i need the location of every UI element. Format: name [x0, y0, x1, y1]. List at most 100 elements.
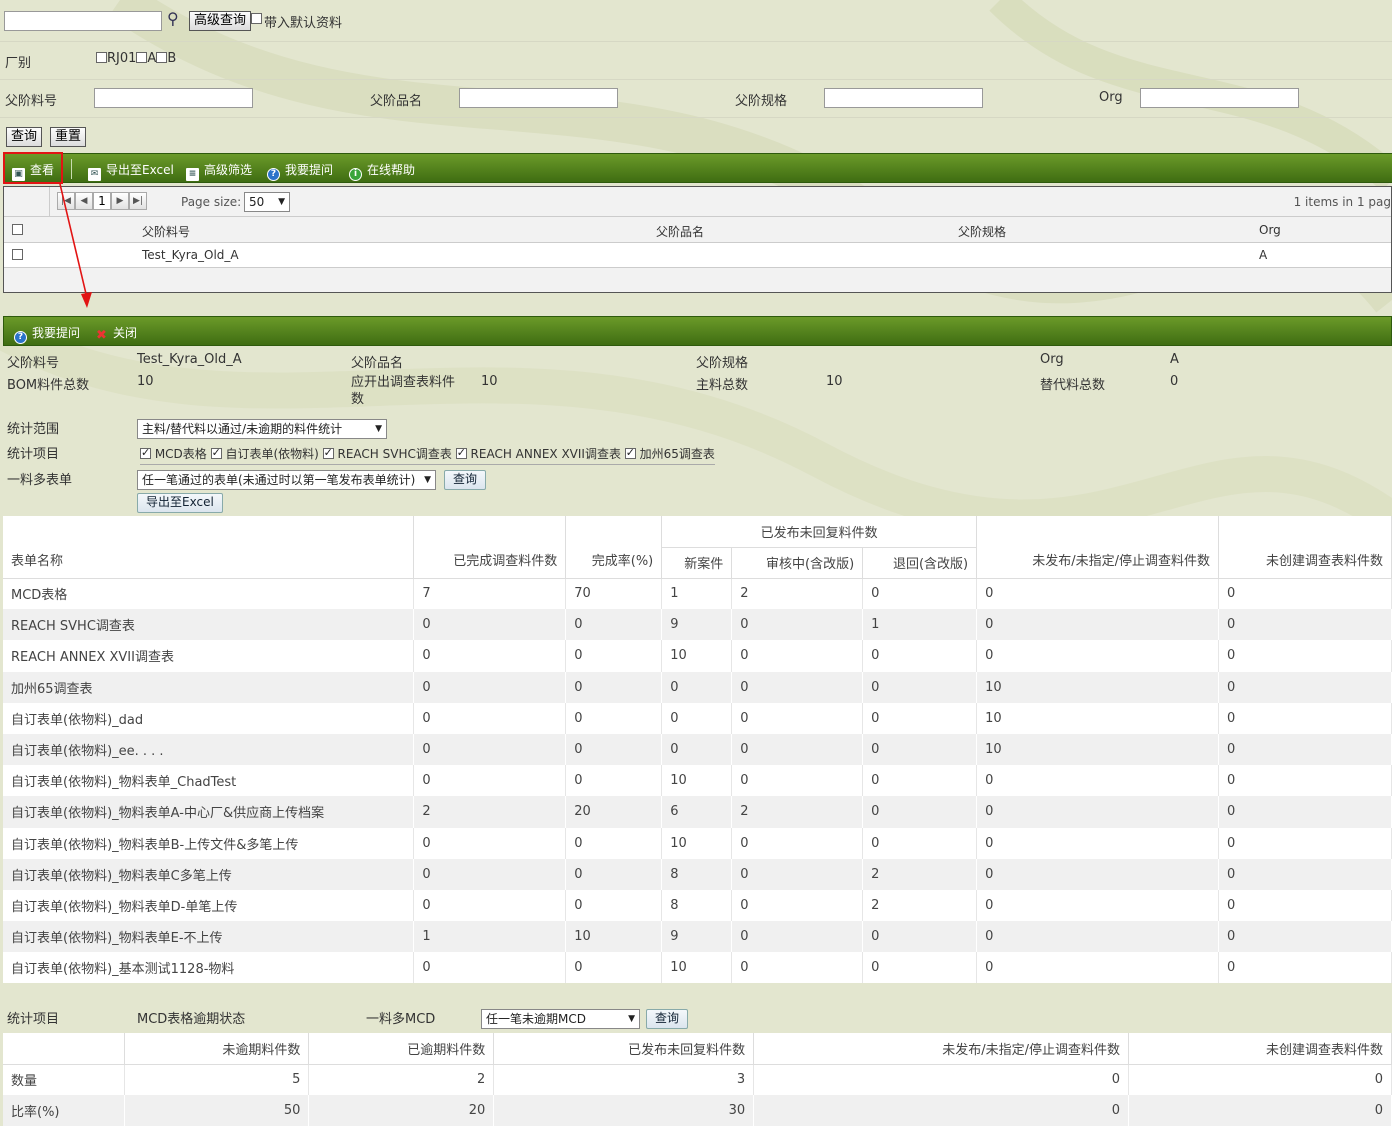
row-org: A: [1259, 248, 1268, 262]
advanced-search-button[interactable]: 高级查询: [189, 11, 252, 31]
detail-ask-button[interactable]: ? 我要提问: [14, 324, 80, 344]
stat-cell: 1: [862, 609, 978, 641]
search-icon[interactable]: ⚲: [167, 9, 179, 28]
stats-body: MCD表格 7 70 1 2 0 0 0 REACH SVHC调查表 0 0 9 0 1 0 0 REACH A…: [3, 578, 1392, 984]
form-name-cell: 自订表单(依物料)_基本测试1128-物料: [3, 952, 415, 984]
online-help-button[interactable]: i 在线帮助: [349, 161, 415, 181]
ask-question-button[interactable]: ? 我要提问: [267, 161, 333, 181]
stat-cell: 10: [565, 921, 663, 953]
stat-cell: 0: [1218, 765, 1392, 797]
multi-form-label: 一料多表单: [7, 473, 73, 488]
stat-cell: 0: [862, 640, 978, 672]
table-row: REACH SVHC调查表 0 0 9 0 1 0 0: [3, 609, 1392, 641]
mcd-cell: 0: [753, 1095, 1130, 1126]
close-button[interactable]: ✖ 关闭: [95, 324, 137, 343]
stat-cell: 0: [413, 889, 567, 922]
page-size-select[interactable]: 50 ▼: [244, 192, 290, 212]
scope-query-button[interactable]: 查询: [444, 470, 487, 490]
parent-spec-input[interactable]: [824, 88, 983, 108]
stat-cell: 0: [565, 952, 663, 984]
scope-export-button[interactable]: 导出至Excel: [137, 493, 223, 513]
form-name-cell: 自订表单(依物料)_物料表单D-单笔上传: [3, 889, 415, 922]
question-icon: ?: [14, 331, 27, 344]
row-part: Test_Kyra_Old_A: [142, 248, 239, 262]
mcd-row-label: 数量: [3, 1064, 126, 1096]
form-name-cell: 自订表单(依物料)_dad: [3, 702, 415, 734]
parent-name-input[interactable]: [459, 88, 618, 108]
stat-cell: 2: [731, 796, 864, 828]
mcd-cell: 50: [124, 1095, 310, 1126]
grid-col-org[interactable]: Org: [1259, 223, 1281, 237]
stat-cell: 0: [862, 796, 978, 828]
col-not-created: 未创建调查表料件数: [1218, 516, 1392, 579]
item-checkbox-custom[interactable]: [210, 446, 222, 459]
grid-col-name[interactable]: 父阶品名: [656, 223, 704, 240]
main-total-value: 10: [826, 374, 843, 389]
table-row: 数量 5 2 3 0 0: [3, 1064, 1392, 1096]
close-icon: ✖: [96, 328, 107, 343]
stat-cell: 0: [862, 702, 978, 734]
stat-cell: 0: [1218, 671, 1392, 703]
col-form-name: 表单名称: [3, 516, 415, 579]
factory-row: 厂别 RJ01 A B: [0, 42, 1392, 80]
last-page-button[interactable]: ▶|: [129, 192, 147, 210]
stat-cell: 0: [976, 858, 1220, 890]
stat-cell: 8: [661, 889, 733, 922]
grid-col-spec[interactable]: 父阶规格: [958, 223, 1006, 240]
table-row: 自订表单(依物料)_物料表单B-上传文件&多笔上传 0 0 10 0 0 0 0: [3, 827, 1392, 859]
item-checkbox-mcd[interactable]: [140, 446, 151, 459]
item-label: REACH ANNEX XVII调查表: [470, 447, 621, 461]
factory-option-label: B: [167, 51, 177, 66]
stat-cell: 0: [976, 765, 1220, 797]
survey-needed-label: 应开出调查表料件数: [351, 375, 456, 407]
stat-cell: 0: [731, 640, 864, 672]
question-icon: ?: [267, 168, 280, 181]
table-row: 加州65调查表 0 0 0 0 0 10 0: [3, 671, 1392, 703]
stat-cell: 2: [731, 578, 864, 610]
scope-value: 主料/替代料以通过/未逾期的料件统计: [142, 422, 343, 436]
stat-cell: 9: [661, 921, 733, 953]
chevron-down-icon: ▼: [278, 197, 285, 207]
stat-cell: 0: [661, 733, 733, 766]
multi-form-select[interactable]: 任一笔通过的表单(未通过时以第一笔发布表单统计) ▼: [137, 470, 436, 490]
advanced-filter-button[interactable]: ≡ 高级筛选: [186, 161, 252, 181]
stat-cell: 0: [565, 640, 663, 672]
stat-cell: 0: [565, 609, 663, 641]
stat-cell: 0: [976, 952, 1220, 984]
factory-checkbox-a[interactable]: [136, 52, 148, 63]
mcd-cell: 0: [1128, 1095, 1392, 1126]
form-name-cell: 自订表单(依物料)_物料表单C多笔上传: [3, 858, 415, 890]
stat-cell: 0: [565, 827, 663, 859]
stat-cell: 0: [731, 609, 864, 641]
stat-cell: 1: [413, 921, 567, 953]
stat-cell: 0: [1218, 609, 1392, 641]
mcd-col-not-overdue: 未逾期料件数: [124, 1033, 310, 1065]
stat-cell: 10: [976, 702, 1220, 734]
table-row[interactable]: Test_Kyra_Old_A A: [4, 243, 1391, 268]
stat-cell: 0: [1218, 858, 1392, 890]
item-checkbox-ca65[interactable]: [624, 446, 636, 459]
mcd-cell: 0: [753, 1064, 1130, 1096]
item-checkbox-svhc[interactable]: [322, 446, 334, 459]
stats-table: 表单名称 已完成调查料件数 完成率(%) 已发布未回复料件数 未发布/未指定/停…: [3, 516, 1392, 984]
stat-cell: 0: [731, 671, 864, 703]
stat-cell: 10: [976, 733, 1220, 766]
default-data-checkbox[interactable]: [251, 13, 262, 24]
bom-total-label: BOM料件总数: [7, 378, 90, 393]
scope-select[interactable]: 主料/替代料以通过/未逾期的料件统计 ▼: [137, 419, 387, 439]
stat-cell: 0: [862, 733, 978, 766]
bom-total-value: 10: [137, 374, 154, 389]
factory-checkbox-b[interactable]: [156, 52, 168, 63]
scope-label: 统计范围: [7, 422, 60, 437]
mcd-query-button[interactable]: 查询: [646, 1009, 689, 1029]
sub-total-label: 替代料总数: [1040, 378, 1106, 393]
col-group-unreplied: 已发布未回复料件数: [661, 516, 978, 548]
item-checkbox-annex[interactable]: [455, 446, 467, 459]
org-input[interactable]: [1140, 88, 1299, 108]
grid-col-part[interactable]: 父阶料号: [142, 223, 190, 240]
close-label: 关闭: [113, 326, 138, 340]
stat-cell: 0: [731, 921, 864, 953]
sub-total-value: 0: [1170, 374, 1179, 389]
stat-cell: 0: [731, 765, 864, 797]
mcd-multi-select[interactable]: 任一笔未逾期MCD ▼: [481, 1009, 640, 1029]
